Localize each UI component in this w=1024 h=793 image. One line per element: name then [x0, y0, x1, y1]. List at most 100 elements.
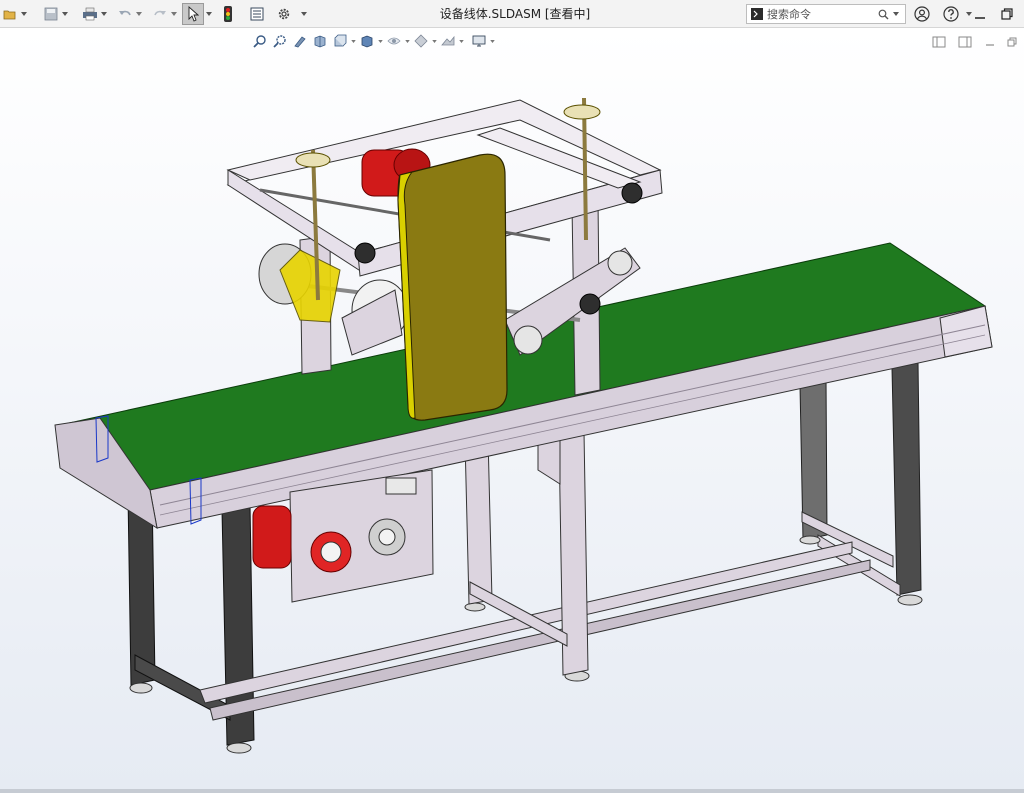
- minimize-button[interactable]: [973, 3, 987, 25]
- caret-down-icon: [206, 11, 212, 16]
- select-dropdown[interactable]: [205, 3, 213, 25]
- edit-appearance-button[interactable]: [411, 32, 431, 50]
- section-view-button[interactable]: [310, 32, 330, 50]
- caret-down-icon: [136, 11, 142, 16]
- rebuild-button[interactable]: [219, 3, 237, 25]
- search-dropdown[interactable]: [891, 12, 901, 16]
- status-edge: [0, 789, 1024, 793]
- caret-down-icon: [62, 11, 68, 16]
- caret-down-icon: [21, 11, 27, 16]
- panel-icon: [958, 36, 972, 48]
- help-dropdown[interactable]: [966, 3, 972, 25]
- print-button[interactable]: [81, 3, 99, 25]
- select-button[interactable]: [182, 2, 204, 25]
- minimize-viewport-button[interactable]: [984, 33, 996, 52]
- print-icon: [83, 7, 97, 20]
- undo-button[interactable]: [116, 3, 134, 25]
- hide-show-items-icon: [387, 37, 401, 45]
- edit-appearance-dropdown[interactable]: [431, 32, 438, 50]
- toggle-panel-button[interactable]: [958, 33, 972, 52]
- save-dropdown[interactable]: [61, 3, 69, 25]
- rebuild-icon: [224, 5, 232, 22]
- display-style-button[interactable]: [357, 32, 377, 50]
- save-button[interactable]: [42, 3, 60, 25]
- split-view-button[interactable]: [932, 33, 946, 52]
- file-properties-icon: [250, 7, 264, 20]
- hide-show-items-dropdown[interactable]: [404, 32, 411, 50]
- undo-dropdown[interactable]: [135, 3, 143, 25]
- options-dropdown[interactable]: [300, 3, 308, 25]
- foot: [129, 682, 153, 694]
- previous-view-button[interactable]: [290, 32, 310, 50]
- display-style-icon: [361, 35, 373, 48]
- view-settings-button[interactable]: [469, 32, 489, 50]
- user-account-icon: [914, 6, 930, 22]
- help-icon: [943, 6, 959, 22]
- zoom-to-fit-button[interactable]: [250, 32, 270, 50]
- handwheel: [295, 152, 331, 168]
- search-commands-box[interactable]: [746, 4, 906, 24]
- caret-down-icon: [490, 39, 495, 43]
- heads-up-view-toolbar: [250, 31, 496, 51]
- view-orientation-button[interactable]: [330, 32, 350, 50]
- restore-icon: [1001, 8, 1013, 20]
- view-settings-icon: [472, 35, 486, 47]
- search-icon[interactable]: [875, 9, 891, 20]
- previous-view-icon: [294, 36, 306, 48]
- belt-cover: [397, 153, 508, 421]
- handwheel: [563, 104, 601, 120]
- redo-dropdown[interactable]: [170, 3, 178, 25]
- foot: [799, 535, 821, 545]
- apply-scene-icon: [441, 35, 455, 46]
- open-dropdown[interactable]: [20, 3, 28, 25]
- view-orientation-icon: [334, 34, 347, 47]
- command-prompt-icon: [747, 8, 767, 20]
- bearing: [579, 293, 601, 315]
- zoom-to-area-button[interactable]: [270, 32, 290, 50]
- zoom-to-area-icon: [273, 35, 286, 48]
- document-title: 设备线体.SLDASM [查看中]: [439, 7, 591, 21]
- bearing: [354, 242, 376, 264]
- save-icon: [44, 7, 58, 20]
- title-bar: 设备线体.SLDASM [查看中]: [0, 0, 1024, 28]
- edit-appearance-icon: [414, 34, 428, 48]
- account-button[interactable]: [914, 3, 930, 25]
- viewport-panel-controls: [932, 33, 1018, 52]
- view-orientation-dropdown[interactable]: [350, 32, 357, 50]
- view-settings-dropdown[interactable]: [489, 32, 496, 50]
- bearing: [621, 182, 643, 204]
- undo-icon: [119, 10, 131, 15]
- graphics-viewport[interactable]: [0, 29, 1024, 789]
- options-icon: [278, 8, 290, 19]
- caret-down-icon: [405, 39, 410, 43]
- quick-access-toolbar: [0, 0, 308, 28]
- redo-button[interactable]: [151, 3, 169, 25]
- caret-down-icon: [351, 39, 356, 43]
- options-button[interactable]: [275, 3, 293, 25]
- restore-viewport-button[interactable]: [1006, 33, 1018, 52]
- apply-scene-dropdown[interactable]: [458, 32, 465, 50]
- conveyor-line-model: [54, 97, 993, 754]
- minimize-icon: [975, 17, 985, 19]
- restore-icon: [1007, 37, 1017, 47]
- caret-down-icon: [966, 12, 972, 16]
- file-properties-button[interactable]: [248, 3, 266, 25]
- restore-button[interactable]: [1000, 3, 1014, 25]
- open-button[interactable]: [1, 3, 19, 25]
- folder-open-icon: [3, 10, 16, 19]
- print-dropdown[interactable]: [100, 3, 108, 25]
- display-style-dropdown[interactable]: [377, 32, 384, 50]
- caret-down-icon: [893, 12, 899, 16]
- caret-down-icon: [459, 39, 464, 43]
- caret-down-icon: [171, 11, 177, 16]
- caret-down-icon: [432, 39, 437, 43]
- hide-show-items-button[interactable]: [384, 32, 404, 50]
- apply-scene-button[interactable]: [438, 32, 458, 50]
- search-input[interactable]: [767, 7, 875, 21]
- section-view-icon: [314, 35, 326, 48]
- foot: [226, 742, 252, 754]
- foot: [897, 594, 923, 606]
- help-button[interactable]: [943, 3, 959, 25]
- split-view-icon: [932, 36, 946, 48]
- redo-icon: [154, 10, 166, 15]
